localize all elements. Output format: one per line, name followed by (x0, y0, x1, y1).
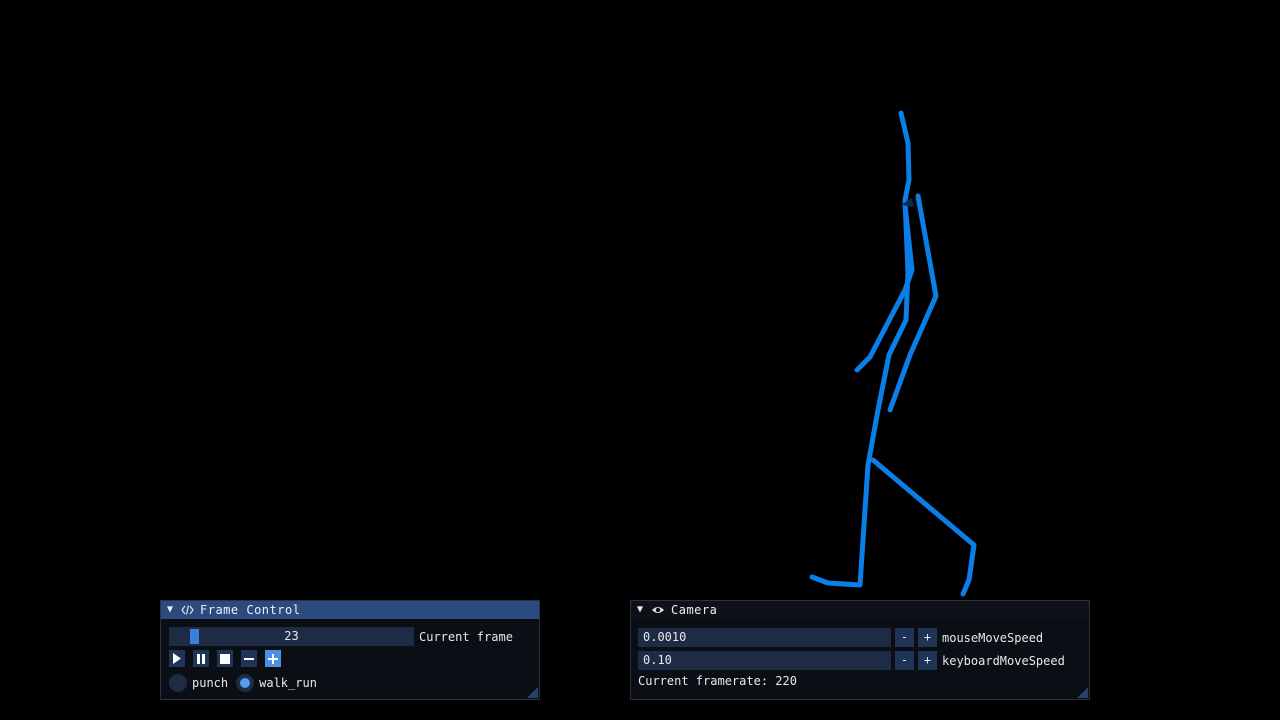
keyboard-move-speed-label: keyboardMoveSpeed (942, 653, 1065, 668)
skeleton-head-bone (898, 110, 912, 203)
radio-button-selected[interactable] (236, 674, 255, 692)
play-icon (173, 653, 181, 664)
frame-control-title: Frame Control (200, 603, 301, 617)
collapse-triangle-icon[interactable]: ▼ (637, 601, 647, 619)
plus-icon (268, 653, 278, 664)
camera-title: Camera (671, 603, 718, 617)
pause-button[interactable] (193, 650, 209, 667)
pause-icon (197, 653, 205, 664)
animation-label-walk-run: walk_run (259, 676, 317, 690)
camera-title-bar[interactable]: ▼ Camera (631, 601, 1089, 619)
mouse-move-speed-input[interactable]: 0.0010 (638, 628, 891, 647)
stop-icon (220, 653, 230, 664)
current-frame-slider[interactable]: 23 (169, 627, 414, 646)
animation-label-punch: punch (192, 676, 229, 690)
skeleton-near-leg-bone (809, 462, 871, 588)
frame-control-title-bar[interactable]: ▼ Frame Control (161, 601, 539, 619)
next-frame-button[interactable] (265, 650, 281, 667)
animation-radio-punch[interactable]: punch (169, 674, 228, 692)
keyboard-move-speed-input[interactable]: 0.10 (638, 651, 891, 670)
code-icon (181, 605, 194, 615)
mouse-speed-increment-button[interactable]: + (918, 628, 937, 647)
framerate-text: Current framerate: 220 (638, 674, 797, 688)
animation-radio-walk-run[interactable]: walk_run (236, 674, 317, 692)
camera-window[interactable]: ▼ Camera 0.0010 - + mouseMoveSpeed 0.10 … (630, 600, 1090, 700)
current-frame-label: Current frame (419, 629, 513, 644)
keyboard-speed-decrement-button[interactable]: - (895, 651, 914, 670)
resize-grip-icon[interactable] (527, 687, 538, 698)
mouse-move-speed-label: mouseMoveSpeed (942, 630, 1044, 645)
skeleton-far-leg-bone (870, 457, 977, 597)
minus-icon (244, 657, 254, 660)
play-button[interactable] (169, 650, 185, 667)
collapse-triangle-icon[interactable]: ▼ (167, 601, 177, 619)
radio-button[interactable] (169, 674, 187, 692)
resize-grip-icon[interactable] (1077, 687, 1088, 698)
stop-button[interactable] (217, 650, 233, 667)
previous-frame-button[interactable] (241, 650, 257, 667)
frame-control-window[interactable]: ▼ Frame Control 23 Current frame punch w… (160, 600, 540, 700)
mouse-speed-decrement-button[interactable]: - (895, 628, 914, 647)
skeleton-hip-bone (865, 352, 892, 468)
keyboard-speed-increment-button[interactable]: + (918, 651, 937, 670)
current-frame-value: 23 (284, 629, 299, 643)
eye-icon (651, 605, 665, 615)
